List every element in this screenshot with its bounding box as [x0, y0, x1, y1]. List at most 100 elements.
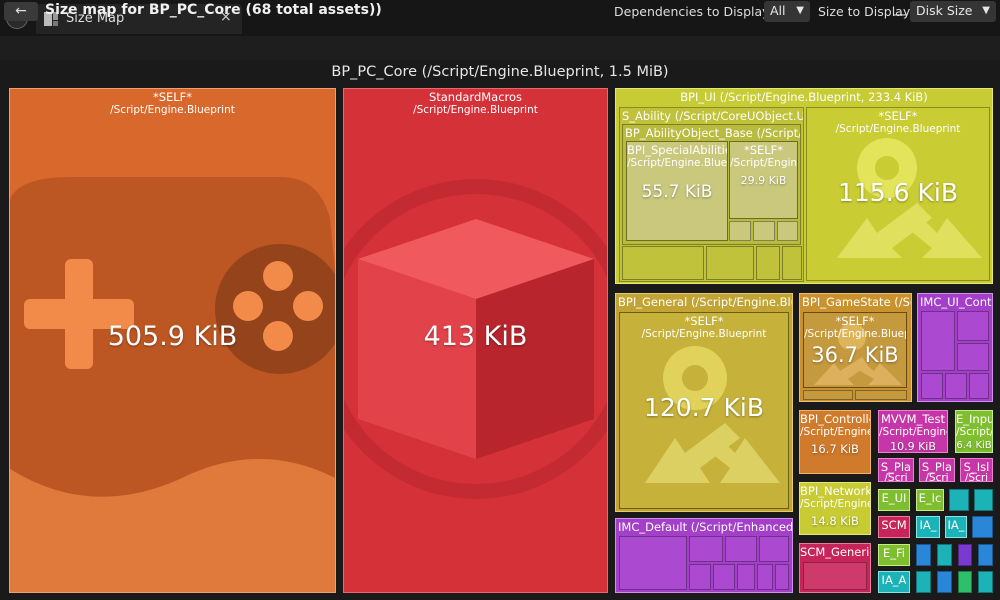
node-size: 413 KiB	[423, 321, 528, 352]
node-label: BPI_Controller	[800, 413, 870, 426]
treemap-node-e-fi[interactable]: E_Fi	[878, 544, 910, 566]
node-size: 14.8 KiB	[811, 514, 859, 528]
chevron-down-icon: ▼	[796, 5, 804, 16]
treemap-node-small[interactable]	[937, 544, 952, 566]
treemap-node-small[interactable]	[737, 564, 755, 590]
treemap-node-small[interactable]	[958, 544, 972, 566]
node-type: /Script/Engine.Blueprint	[413, 104, 538, 116]
treemap-node-bpi-ui-self[interactable]: *SELF* /Script/Engine.Blueprint 115.6 Ki…	[806, 107, 990, 281]
size-to-display-value: Disk Size	[916, 3, 973, 18]
treemap-node-small[interactable]	[689, 536, 723, 562]
treemap-node-s-pla[interactable]: S_Pla /Scri	[919, 458, 955, 482]
treemap-node-small[interactable]	[949, 489, 969, 511]
treemap-node-small[interactable]	[974, 489, 993, 511]
size-to-display-label: Size to Display:	[818, 4, 914, 19]
size-map-header: Size map for BP_PC_Core (68 total assets…	[45, 2, 382, 18]
treemap-node-e-input[interactable]: E_Input /Script/Engine.UserDefinedEnum 6…	[955, 410, 993, 453]
toolbar	[0, 36, 1000, 60]
node-type: /Script/Engine.Blueprint	[110, 104, 235, 116]
treemap-node-small[interactable]	[803, 390, 853, 400]
back-arrow-icon: ←	[15, 3, 27, 19]
treemap-node-scm[interactable]: SCM	[878, 516, 910, 538]
treemap-node-small[interactable]	[689, 564, 711, 590]
node-type: /Script/Engine.Blueprint	[641, 328, 767, 340]
treemap-node-small[interactable]	[803, 562, 867, 590]
node-label: SCM	[881, 519, 907, 532]
treemap-node-bpi-gamestate-self[interactable]: *SELF* /Script/Engine.Blueprint 36.7 KiB	[803, 312, 907, 388]
treemap-node-small[interactable]	[978, 544, 993, 566]
treemap-node-small[interactable]	[775, 564, 789, 590]
node-label: IMC_UI_Controls	[920, 296, 992, 309]
node-type: /Script/Engine.Blueprint	[804, 328, 906, 340]
node-label: *SELF*	[835, 315, 875, 328]
node-label: BP_AbilityObject_Base (/Script/Engine.Bl…	[625, 127, 801, 140]
node-label: IA_	[919, 519, 937, 532]
node-label: StandardMacros	[428, 91, 523, 104]
dependencies-value: All	[770, 3, 786, 18]
treemap-node-small[interactable]	[921, 373, 943, 399]
size-to-display-dropdown[interactable]: Disk Size ▼	[910, 1, 996, 22]
treemap-node-ia-a[interactable]: IA_A	[878, 571, 910, 593]
treemap-node-small[interactable]	[958, 571, 972, 593]
treemap-node-small[interactable]	[916, 571, 931, 593]
node-size: 29.9 KiB	[740, 174, 787, 187]
treemap-node-bpi-network[interactable]: BPI_Network /Script/Engine.Blueprint 14.…	[799, 482, 871, 535]
dependencies-label: Dependencies to Display:	[614, 4, 773, 19]
node-type: /Script/Engine.UserDefinedEnum	[956, 426, 992, 438]
treemap-node-ia[interactable]: IA_	[916, 516, 940, 538]
treemap-node-small[interactable]	[978, 571, 993, 593]
treemap-node-small[interactable]	[937, 571, 952, 593]
treemap-node-bpi-controller[interactable]: BPI_Controller /Script/Engine.Blueprint …	[799, 410, 871, 474]
treemap-node-small[interactable]	[777, 221, 798, 241]
treemap-node-small[interactable]	[759, 536, 789, 562]
treemap-node-small[interactable]	[619, 536, 687, 590]
treemap-node-standard-macros[interactable]: StandardMacros /Script/Engine.Blueprint …	[343, 88, 608, 593]
treemap-node-s-ist[interactable]: S_Isl /Scri	[960, 458, 993, 482]
node-label: IMC_Default (/Script/EnhancedInput.Input…	[618, 521, 793, 534]
treemap-node-e-ui[interactable]: E_UI	[878, 489, 910, 511]
node-size: 120.7 KiB	[643, 393, 764, 422]
treemap-node-small[interactable]	[957, 311, 989, 341]
node-label: SCM_Generic	[800, 546, 870, 559]
treemap-node-small[interactable]	[729, 221, 751, 241]
node-label: *SELF*	[743, 144, 784, 157]
dependencies-dropdown[interactable]: All ▼	[764, 1, 810, 22]
treemap-node-small[interactable]	[753, 221, 775, 241]
treemap-node-bpi-general-self[interactable]: *SELF* /Script/Engine.Blueprint 120.7 Ki…	[619, 312, 789, 509]
node-type: /Script/Engine.Blueprint	[730, 157, 797, 169]
treemap-node-small[interactable]	[725, 536, 757, 562]
treemap-node-small[interactable]	[921, 311, 955, 371]
treemap-node-small[interactable]	[957, 343, 989, 371]
treemap-node-small[interactable]	[756, 246, 780, 280]
node-label: IA_	[947, 519, 965, 532]
treemap-node-small[interactable]	[706, 246, 754, 280]
node-type: /Scri	[964, 472, 989, 482]
node-label: IA_A	[881, 574, 907, 587]
treemap-node-small[interactable]	[622, 246, 704, 280]
node-label: BPI_General (/Script/Engine.Blueprint)	[618, 296, 792, 309]
treemap-node-mvvm-test[interactable]: MVVM_Test /Script/Engine.Blueprint 10.9 …	[878, 410, 948, 453]
treemap-node-bpi-specialabilities[interactable]: BPI_SpecialAbilities /Script/Engine.Blue…	[626, 141, 728, 241]
treemap-node-small[interactable]	[969, 373, 989, 399]
treemap-node-ia[interactable]: IA_	[945, 516, 967, 538]
treemap-node-e-ic[interactable]: E_Ic	[916, 489, 944, 511]
node-size: 505.9 KiB	[107, 321, 238, 352]
node-label: *SELF*	[684, 315, 724, 328]
node-label: E_UI	[881, 492, 907, 505]
node-label: E_Ic	[918, 492, 942, 505]
treemap-node-small[interactable]	[916, 544, 931, 566]
treemap-node-small[interactable]	[782, 246, 802, 280]
chevron-down-icon: ▼	[982, 5, 990, 16]
node-label: BPI_Network	[800, 485, 870, 498]
root-asset-label: BP_PC_Core (/Script/Engine.Blueprint, 1.…	[331, 64, 669, 80]
treemap-node-abilityobject-self[interactable]: *SELF* /Script/Engine.Blueprint 29.9 KiB	[729, 141, 798, 219]
treemap-node-self[interactable]: *SELF* /Script/Engine.Blueprint 505.9 Ki…	[9, 88, 336, 593]
back-button[interactable]: ←	[4, 2, 38, 21]
treemap-node-small[interactable]	[945, 373, 967, 399]
treemap-node-small[interactable]	[855, 390, 907, 400]
treemap-node-small[interactable]	[757, 564, 773, 590]
treemap-node-s-pla[interactable]: S_Pla /Scri	[878, 458, 914, 482]
node-size: 10.9 KiB	[890, 440, 936, 453]
treemap-node-small[interactable]	[713, 564, 735, 590]
treemap-node-small[interactable]	[972, 516, 993, 538]
